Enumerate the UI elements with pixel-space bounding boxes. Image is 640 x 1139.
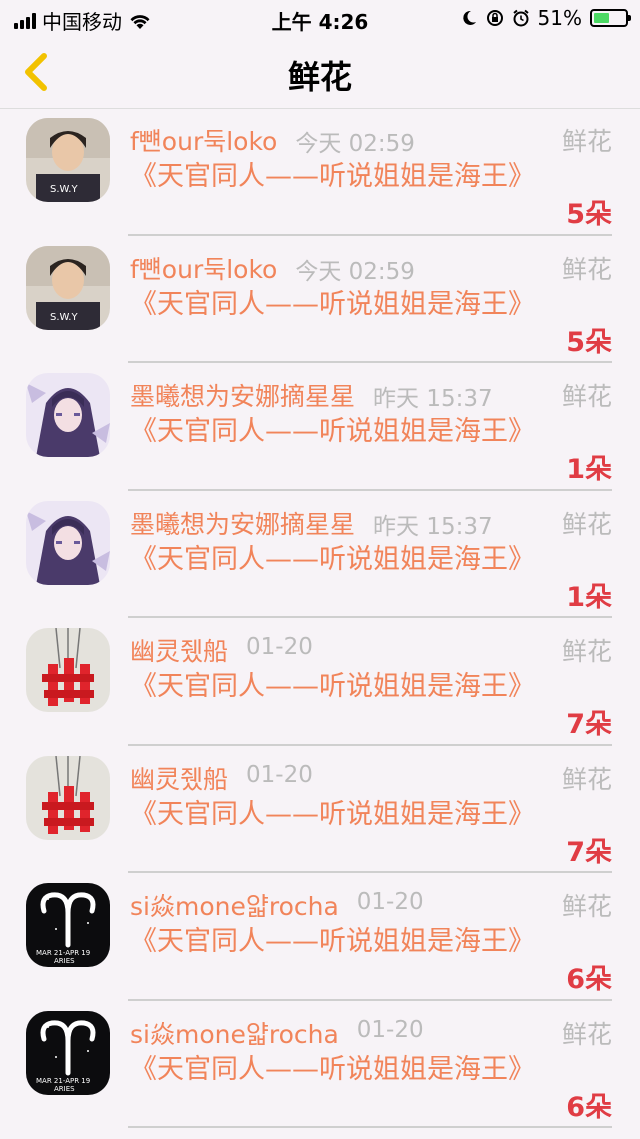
timestamp: 今天 02:59 (295, 131, 415, 157)
timestamp: 昨天 15:37 (373, 513, 493, 540)
battery-icon (590, 9, 631, 27)
gift-type: 鲜花 (561, 637, 612, 666)
orientation-lock-icon (486, 10, 503, 26)
list-item[interactable]: 墨曦想为安娜摘星星 昨天 15:37 鲜花 《天官同人——听说姐姐是海王》 1朵 (0, 363, 640, 491)
sender-name[interactable]: 幽灵쥈船 (130, 632, 228, 668)
gift-type: 鲜花 (561, 382, 612, 411)
timestamp: 01-20 (246, 761, 313, 788)
avatar[interactable] (26, 628, 110, 712)
avatar[interactable]: S.W.Y (26, 118, 110, 202)
avatar[interactable]: MAR 21-APR 19 ARIES (26, 883, 110, 967)
list-item[interactable]: MAR 21-APR 19 ARIES si焱mone얇rocha 01-20 鲜花 《天… (0, 1001, 640, 1128)
timestamp: 昨天 15:37 (373, 386, 493, 412)
svg-text:MAR 21-APR 19: MAR 21-APR 19 (36, 1077, 90, 1085)
avatar[interactable]: S.W.Y (26, 245, 110, 330)
battery-percent: 51% (537, 6, 582, 30)
gift-type: 鲜花 (561, 127, 612, 156)
sender-name[interactable]: 墨曦想为安娜摘星星 (130, 377, 355, 413)
book-title[interactable]: 《天官同人——听说姐姐是海王》 (130, 670, 535, 704)
moon-icon (462, 10, 476, 25)
timestamp: 01-20 (356, 889, 424, 915)
svg-text:ARIES: ARIES (54, 1085, 75, 1093)
svg-text:S.W.Y: S.W.Y (50, 184, 78, 195)
gift-count: 5朵 (566, 326, 612, 358)
timestamp: 01-20 (356, 1016, 424, 1043)
page-title: 鲜花 (287, 58, 352, 96)
book-title[interactable]: 《天官同人——听说姐姐是海王》 (130, 160, 535, 194)
timestamp: 01-20 (246, 634, 313, 660)
gift-count: 7朵 (566, 836, 612, 868)
sender-name[interactable]: 幽灵쥈船 (130, 760, 228, 796)
gift-type: 鲜花 (561, 892, 612, 921)
list-item[interactable]: 墨曦想为安娜摘星星 昨天 15:37 鲜花 《天官同人——听说姐姐是海王》 1朵 (0, 491, 640, 618)
book-title[interactable]: 《天官同人——听说姐姐是海王》 (130, 925, 535, 959)
book-title[interactable]: 《天官同人——听说姐姐是海王》 (130, 1053, 535, 1087)
gift-type: 鲜花 (561, 1019, 612, 1049)
avatar[interactable] (26, 373, 110, 457)
sender-name[interactable]: f뺸our둑loko (130, 250, 277, 286)
book-title[interactable]: 《天官同人——听说姐姐是海王》 (130, 543, 535, 577)
gift-type: 鲜花 (561, 254, 612, 284)
book-title[interactable]: 《天官同人——听说姐姐是海王》 (130, 415, 535, 449)
gift-type: 鲜花 (561, 764, 612, 794)
gift-count: 1朵 (566, 581, 612, 613)
gift-type: 鲜花 (561, 509, 612, 539)
book-title[interactable]: 《天官同人——听说姐姐是海王》 (130, 798, 535, 832)
list-item[interactable]: 幽灵쥈船 01-20 鲜花 《天官同人——听说姐姐是海王》 7朵 (0, 746, 640, 873)
gift-list: S.W.Y f뺸our둑loko 今天 02:59 鲜花 《天官同人——听说姐姐是海王》… (0, 108, 640, 1128)
nav-bar: 鲜花 (0, 36, 640, 109)
alarm-icon (512, 9, 529, 27)
list-item[interactable]: MAR 21-APR 19 ARIES si焱mone얇rocha 01-20 鲜花 《天… (0, 873, 640, 1001)
status-bar: 中国移动 上午 4:26 51% (0, 0, 640, 36)
list-item[interactable]: S.W.Y f뺸our둑loko 今天 02:59 鲜花 《天官同人——听说姐姐是海王》… (0, 236, 640, 363)
gift-count: 6朵 (566, 1091, 612, 1123)
sender-name[interactable]: si焱mone얇rocha (130, 887, 339, 923)
gift-count: 7朵 (566, 709, 612, 740)
gift-count: 5朵 (566, 199, 612, 230)
book-title[interactable]: 《天官同人——听说姐姐是海王》 (130, 288, 535, 322)
sender-name[interactable]: 墨曦想为安娜摘星星 (130, 505, 355, 541)
list-item[interactable]: 幽灵쥈船 01-20 鲜花 《天官同人——听说姐姐是海王》 7朵 (0, 618, 640, 746)
avatar[interactable] (26, 500, 110, 585)
divider (128, 1126, 612, 1128)
svg-text:S.W.Y: S.W.Y (50, 312, 78, 323)
sender-name[interactable]: si焱mone얇rocha (130, 1015, 339, 1051)
avatar[interactable]: MAR 21-APR 19 ARIES (26, 1010, 110, 1095)
svg-text:MAR 21-APR 19: MAR 21-APR 19 (36, 949, 90, 957)
svg-text:ARIES: ARIES (54, 957, 75, 965)
timestamp: 今天 02:59 (295, 258, 415, 285)
avatar[interactable] (26, 755, 110, 840)
sender-name[interactable]: f뺸our둑loko (130, 122, 277, 158)
gift-count: 6朵 (566, 964, 612, 995)
gift-count: 1朵 (566, 454, 612, 485)
list-item[interactable]: S.W.Y f뺸our둑loko 今天 02:59 鲜花 《天官同人——听说姐姐是海王》… (0, 108, 640, 236)
